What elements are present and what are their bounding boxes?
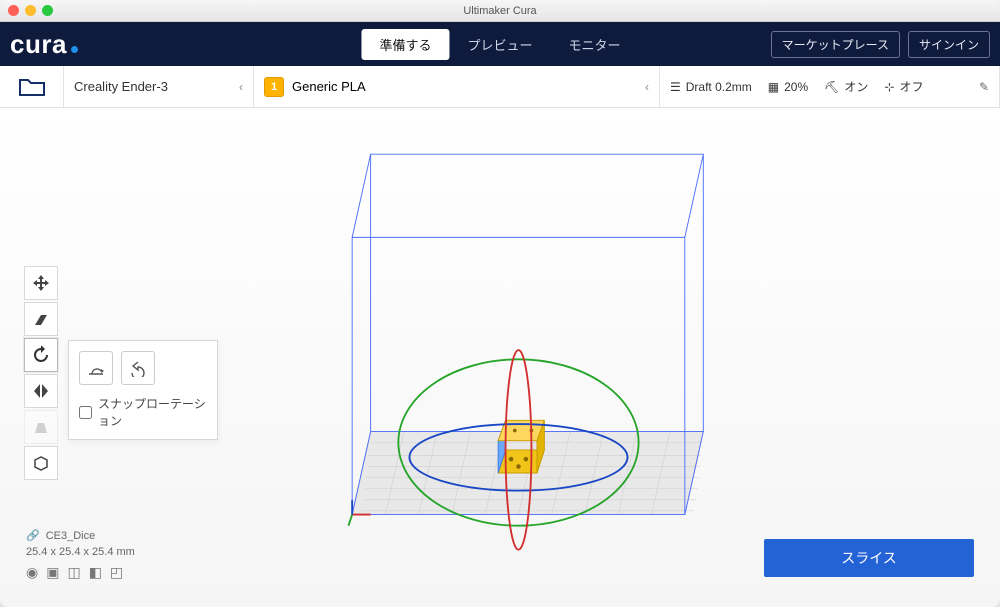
traffic-lights	[8, 5, 53, 16]
material-name: Generic PLA	[292, 79, 366, 94]
reset-rotation-button[interactable]	[121, 351, 155, 385]
layer-height-icon: ☰	[670, 80, 681, 94]
slice-button[interactable]: スライス	[764, 539, 974, 577]
rotate-tool[interactable]	[24, 338, 58, 372]
stage-tabs: 準備する プレビュー モニター	[361, 29, 638, 60]
mac-titlebar: Ultimaker Cura	[0, 0, 1000, 22]
cube-icon	[32, 454, 50, 472]
material-selector[interactable]: 1 Generic PLA ‹	[254, 66, 660, 107]
adhesion-value: オフ	[899, 78, 923, 95]
scale-tool[interactable]	[24, 302, 58, 336]
stage-bar: Creality Ender-3 ‹ 1 Generic PLA ‹ ☰ Dra…	[0, 66, 1000, 108]
link-icon: 🔗	[26, 529, 40, 542]
main-stage: Creality Ender-3 ‹ 1 Generic PLA ‹ ☰ Dra…	[0, 66, 1000, 607]
rotate-icon	[31, 346, 51, 364]
tool-column	[24, 266, 60, 480]
adhesion-icon: ⊹	[884, 80, 894, 94]
mirror-tool[interactable]	[24, 374, 58, 408]
top-bar: cura 準備する プレビュー モニター マーケットプレース サインイン	[0, 22, 1000, 66]
footer-meta: 🔗 CE3_Dice 25.4 x 25.4 x 25.4 mm ◉ ▣ ◫ ◧…	[26, 529, 135, 581]
infill-value: 20%	[784, 80, 808, 94]
profile-value: Draft 0.2mm	[686, 80, 752, 94]
mesh-icon	[32, 418, 50, 436]
tab-prepare[interactable]: 準備する	[361, 29, 449, 60]
app-logo: cura	[10, 29, 78, 60]
profile-setting: ☰ Draft 0.2mm	[670, 80, 752, 94]
view-xray-icon[interactable]: ▣	[46, 564, 59, 581]
view-mode-icons: ◉ ▣ ◫ ◧ ◰	[26, 564, 135, 581]
mesh-tool	[24, 410, 58, 444]
lay-flat-icon	[86, 359, 106, 377]
infill-icon: ▦	[768, 80, 779, 94]
reset-icon	[128, 359, 148, 377]
open-file-button[interactable]	[0, 66, 64, 107]
printer-selector[interactable]: Creality Ender-3 ‹	[64, 66, 254, 107]
extruder-badge-icon: 1	[264, 77, 284, 97]
maximize-icon[interactable]	[42, 5, 53, 16]
snap-rotation-label: スナップローテーション	[98, 395, 207, 429]
chevron-left-icon: ‹	[645, 80, 649, 94]
support-blocker-tool[interactable]	[24, 446, 58, 480]
minimize-icon[interactable]	[25, 5, 36, 16]
logo-text: cura	[10, 29, 67, 60]
scale-icon	[32, 310, 50, 328]
infill-setting: ▦ 20%	[768, 80, 808, 94]
printer-name: Creality Ender-3	[74, 79, 168, 94]
move-icon	[32, 274, 50, 292]
tab-preview[interactable]: プレビュー	[449, 29, 550, 60]
app-window: Ultimaker Cura cura 準備する プレビュー モニター マーケッ…	[0, 0, 1000, 607]
snap-rotation-checkbox[interactable]: スナップローテーション	[79, 395, 207, 429]
view-layer-icon[interactable]: ◫	[67, 564, 80, 581]
chevron-left-icon: ‹	[239, 80, 243, 94]
object-name: CE3_Dice	[46, 530, 96, 542]
mirror-icon	[32, 382, 50, 400]
rotate-panel: スナップローテーション	[68, 340, 218, 440]
topbar-right: マーケットプレース サインイン	[771, 31, 990, 58]
signin-button[interactable]: サインイン	[908, 31, 990, 58]
marketplace-button[interactable]: マーケットプレース	[771, 31, 900, 58]
object-dimensions: 25.4 x 25.4 x 25.4 mm	[26, 546, 135, 558]
window-title: Ultimaker Cura	[0, 5, 1000, 17]
support-value: オン	[844, 78, 868, 95]
support-setting: ⛏ オン	[824, 78, 868, 95]
pencil-icon[interactable]: ✎	[979, 80, 989, 94]
adhesion-setting: ⊹ オフ	[884, 78, 923, 95]
folder-icon	[19, 77, 45, 97]
tab-monitor[interactable]: モニター	[551, 29, 639, 60]
move-tool[interactable]	[24, 266, 58, 300]
lay-flat-button[interactable]	[79, 351, 113, 385]
view-iso-icon[interactable]: ◧	[89, 564, 102, 581]
snap-rotation-input[interactable]	[79, 406, 92, 419]
close-icon[interactable]	[8, 5, 19, 16]
view-wire-icon[interactable]: ◰	[110, 564, 123, 581]
print-settings-selector[interactable]: ☰ Draft 0.2mm ▦ 20% ⛏ オン ⊹ オフ ✎	[660, 66, 1000, 107]
support-icon: ⛏	[824, 80, 839, 94]
logo-dot-icon	[71, 46, 78, 53]
view-solid-icon[interactable]: ◉	[26, 564, 38, 581]
